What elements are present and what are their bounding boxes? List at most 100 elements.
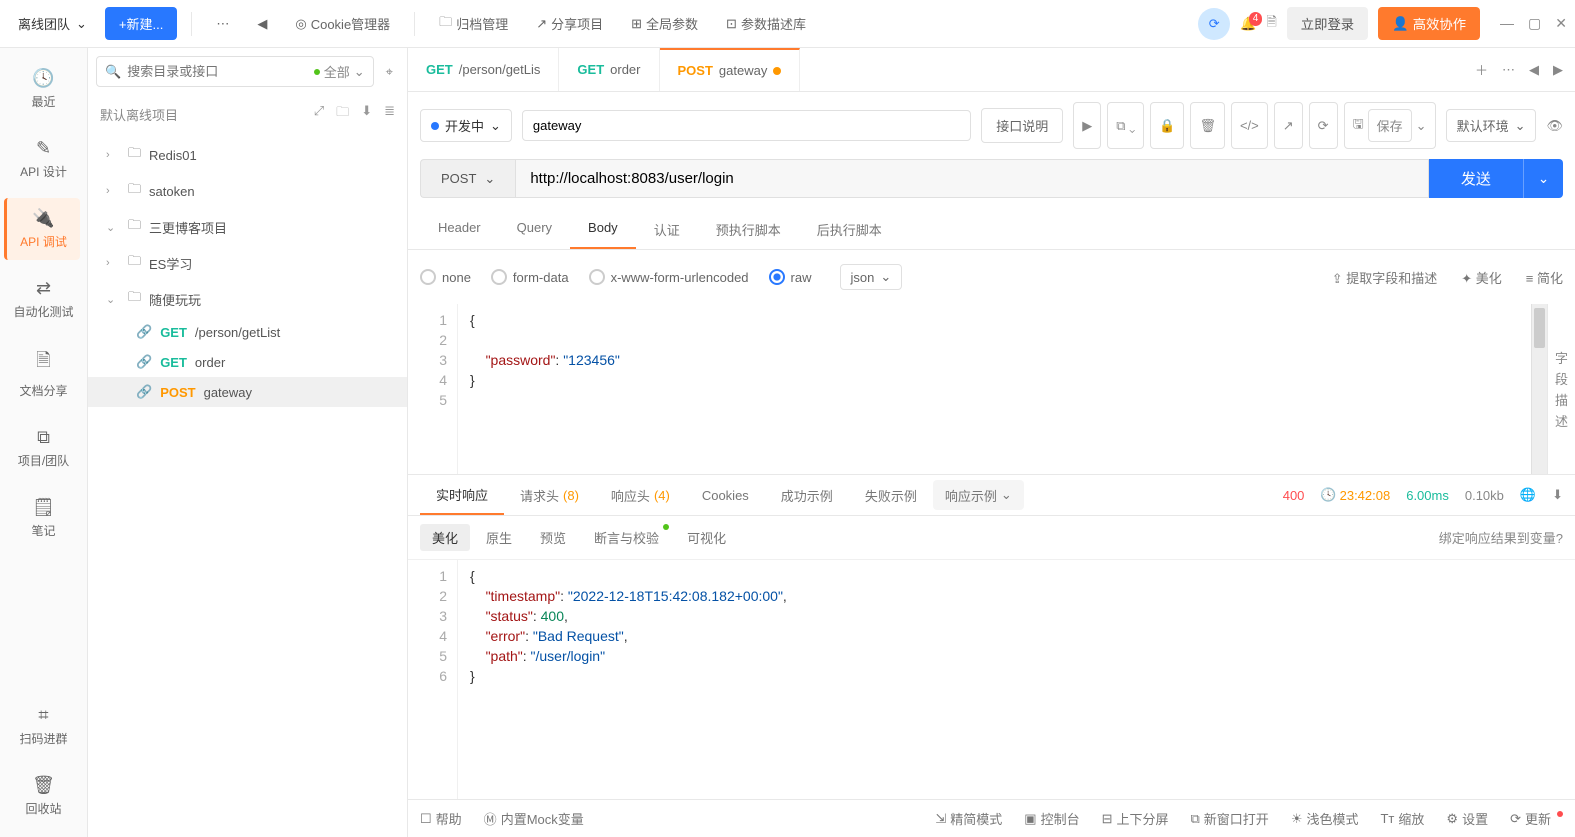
env-selector[interactable]: 默认环境 ⌄	[1446, 109, 1537, 142]
reqtab-header[interactable]: Header	[420, 210, 499, 249]
nav-proj-team[interactable]: ⧉项目/团队	[6, 417, 82, 479]
nav-scan-group[interactable]: ⌗扫码进群	[6, 695, 82, 757]
copy-icon[interactable]: ⧉ ⌄	[1107, 102, 1144, 149]
raw-type-selector[interactable]: json ⌄	[840, 264, 903, 290]
folder-satoken[interactable]: ›🗀 satoken	[88, 173, 407, 209]
login-button[interactable]: 立即登录	[1287, 7, 1368, 40]
method-selector[interactable]: POST ⌄	[420, 159, 515, 198]
lock-icon[interactable]: 🔒	[1150, 102, 1184, 149]
delete-icon[interactable]: 🗑	[1190, 102, 1225, 149]
footer-theme[interactable]: ☀ 浅色模式	[1291, 809, 1359, 828]
nav-api-debug[interactable]: 🔌API 调试	[4, 198, 80, 260]
prev-tab-icon[interactable]: ◀	[1529, 62, 1539, 78]
response-body-editor[interactable]: 123456 { "timestamp": "2022-12-18T15:42:…	[408, 560, 1575, 799]
close-icon[interactable]: ✕	[1555, 15, 1567, 32]
maximize-icon[interactable]: ▢	[1528, 15, 1541, 32]
reqtab-post[interactable]: 后执行脚本	[799, 210, 900, 249]
tab-order[interactable]: GETorder	[559, 48, 659, 91]
global-params[interactable]: ⊞ 全局参数	[621, 8, 708, 39]
save-button[interactable]: 🖫 保存 ⌄	[1344, 102, 1436, 149]
nav-recent[interactable]: 🕓最近	[6, 58, 82, 120]
run-icon[interactable]: ▶	[1073, 102, 1101, 149]
beautify-btn[interactable]: ✦ 美化	[1461, 268, 1502, 287]
footer-split[interactable]: ⊟ 上下分屏	[1102, 809, 1169, 828]
send-dropdown[interactable]: ⌄	[1523, 159, 1563, 198]
api-desc-button[interactable]: 接口说明	[981, 108, 1063, 143]
code-icon[interactable]: </>	[1231, 102, 1268, 149]
resptab-resp-headers[interactable]: 响应头(4)	[595, 475, 686, 515]
footer-settings[interactable]: ⚙ 设置	[1446, 809, 1488, 828]
globe-icon[interactable]: 🌐	[1520, 487, 1536, 503]
next-tab-icon[interactable]: ▶	[1553, 62, 1563, 78]
viewtab-preview[interactable]: 预览	[528, 524, 578, 551]
cookie-manager[interactable]: ◎ Cookie管理器	[285, 8, 400, 39]
api-gateway[interactable]: 🔗 POST gateway	[88, 377, 407, 407]
footer-update[interactable]: ⟳ 更新	[1510, 809, 1563, 828]
field-desc-sidebar[interactable]: 字段描述	[1547, 304, 1575, 474]
list-icon[interactable]: ≣	[384, 103, 395, 125]
viewtab-beautify[interactable]: 美化	[420, 524, 470, 551]
resptab-cookies[interactable]: Cookies	[686, 475, 765, 515]
minimize-icon[interactable]: —	[1500, 15, 1514, 32]
minimap-scroll[interactable]	[1531, 304, 1547, 474]
code-area[interactable]: { "password": "123456" }	[458, 304, 1531, 474]
search-box[interactable]: 🔍 全部 ⌄	[96, 56, 374, 87]
collab-button[interactable]: 👤高效协作	[1378, 7, 1480, 40]
download-resp-icon[interactable]: ⬇	[1552, 487, 1563, 503]
viewtab-visual[interactable]: 可视化	[675, 524, 738, 551]
notification-icon[interactable]: 🔔4	[1240, 16, 1256, 32]
nav-doc-share[interactable]: 🗎文档分享	[6, 338, 82, 409]
request-body-editor[interactable]: 12345 { "password": "123456" }	[408, 304, 1547, 474]
refresh-icon[interactable]: ⟳	[1309, 102, 1338, 149]
footer-compact[interactable]: ⇲ 精简模式	[935, 809, 1002, 828]
api-name-input[interactable]	[522, 110, 971, 141]
download-icon[interactable]: ⬇	[361, 103, 372, 125]
resptab-resp-ex[interactable]: 响应示例 ⌄	[933, 480, 1024, 510]
note-icon[interactable]: 🗎	[1266, 13, 1276, 35]
reqtab-query[interactable]: Query	[499, 210, 570, 249]
radio-xwww[interactable]: x-www-form-urlencoded	[589, 269, 749, 285]
link-icon[interactable]: ⤢	[314, 103, 324, 125]
viewtab-assert[interactable]: 断言与校验	[582, 524, 671, 551]
export-icon[interactable]: ↗	[1274, 102, 1303, 149]
tab-getlist[interactable]: GET/person/getLis	[408, 48, 559, 91]
folder-add-icon[interactable]: 🗀	[336, 103, 349, 125]
eye-icon[interactable]: 👁	[1546, 118, 1563, 134]
viewtab-raw[interactable]: 原生	[474, 524, 524, 551]
new-button[interactable]: +新建...	[105, 7, 177, 40]
add-tab-icon[interactable]: ＋	[1475, 60, 1488, 79]
folder-play[interactable]: ⌄🗀 随便玩玩	[88, 281, 407, 317]
resptab-fail-ex[interactable]: 失败示例	[849, 475, 933, 515]
reqtab-auth[interactable]: 认证	[636, 210, 698, 249]
footer-mock[interactable]: Ⓜ 内置Mock变量	[484, 809, 584, 828]
reqtab-body[interactable]: Body	[570, 210, 636, 249]
sync-icon[interactable]: ⟳	[1198, 8, 1230, 40]
more-icon[interactable]: ⋯	[206, 10, 239, 38]
api-getlist[interactable]: 🔗 GET /person/getList	[88, 317, 407, 347]
reqtab-pre[interactable]: 预执行脚本	[698, 210, 799, 249]
back-button[interactable]: ◀	[247, 10, 277, 38]
filter-all[interactable]: 全部 ⌄	[314, 62, 365, 81]
nav-notes[interactable]: 🗒笔记	[6, 487, 82, 549]
api-order[interactable]: 🔗 GET order	[88, 347, 407, 377]
team-selector[interactable]: 离线团队 ⌄	[8, 14, 97, 33]
radio-formdata[interactable]: form-data	[491, 269, 569, 285]
nav-auto-test[interactable]: ⇄自动化测试	[6, 268, 82, 330]
radio-none[interactable]: none	[420, 269, 471, 285]
locate-icon[interactable]: ⌖	[380, 58, 399, 86]
footer-console[interactable]: ▣ 控制台	[1024, 809, 1079, 828]
footer-new-window[interactable]: ⧉ 新窗口打开	[1191, 809, 1269, 828]
bind-variable-link[interactable]: 绑定响应结果到变量?	[1439, 528, 1563, 547]
tab-gateway[interactable]: POSTgateway	[660, 48, 801, 91]
extract-fields[interactable]: ⇪ 提取字段和描述	[1332, 268, 1438, 287]
radio-raw[interactable]: raw	[769, 269, 812, 285]
param-desc-lib[interactable]: ⊡ 参数描述库	[716, 8, 816, 39]
more-tabs-icon[interactable]: ⋯	[1502, 62, 1515, 78]
folder-blog[interactable]: ⌄🗀 三更博客项目	[88, 209, 407, 245]
nav-recycle[interactable]: 🗑回收站	[6, 765, 82, 827]
archive[interactable]: 🗀 归档管理	[429, 7, 518, 41]
resptab-req-headers[interactable]: 请求头(8)	[504, 475, 595, 515]
status-selector[interactable]: 开发中 ⌄	[420, 109, 512, 142]
share-project[interactable]: ↗ 分享项目	[526, 8, 613, 39]
resptab-realtime[interactable]: 实时响应	[420, 475, 504, 515]
